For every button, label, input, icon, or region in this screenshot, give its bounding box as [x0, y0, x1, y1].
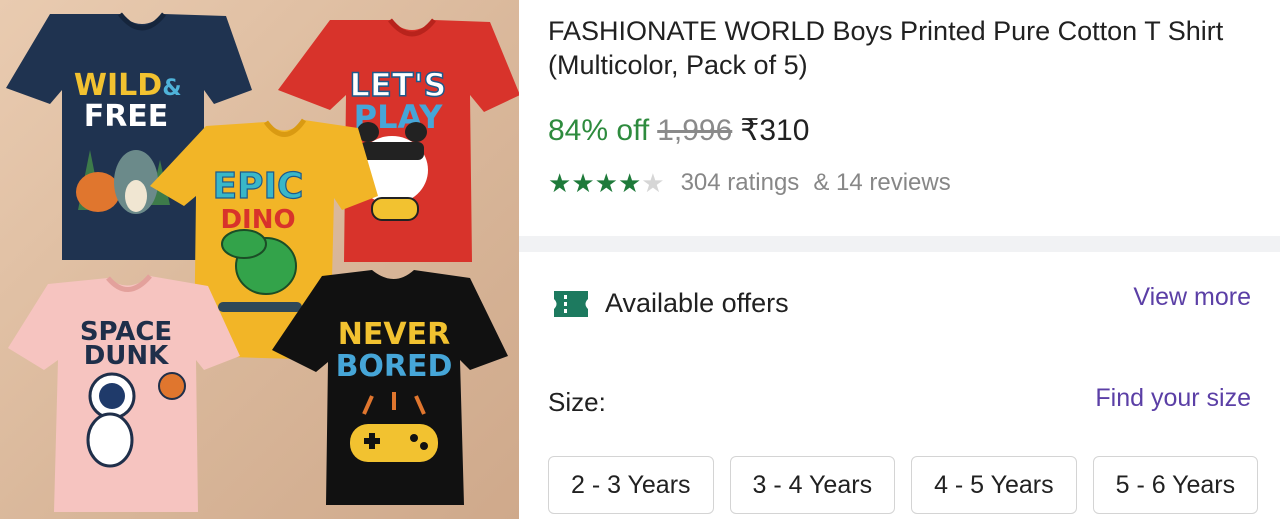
available-offers-label: Available offers [605, 288, 789, 318]
tshirt-pack-illustration: LET'S PLAY WILD & FREE EPIC DINO SPACE D… [6, 12, 519, 512]
view-more-link[interactable]: View more [1133, 283, 1251, 312]
star-empty-icon: ★ [641, 168, 665, 198]
product-info-panel: FASHIONATE WORLD Boys Printed Pure Cotto… [519, 0, 1280, 519]
size-header: Size: Find your size [548, 384, 1251, 420]
price-row: 84% off 1,996 ₹310 [548, 113, 809, 149]
shirt-navy-line1: WILD [74, 68, 162, 103]
shirt-yellow-line2: DINO [220, 205, 295, 235]
size-option-4-5-years[interactable]: 4 - 5 Years [911, 456, 1077, 514]
shirt-navy-line2: FREE [84, 99, 169, 134]
star-icon: ★ [617, 168, 642, 198]
available-offers-row[interactable]: Available offers View more [548, 283, 1251, 326]
discount-percent: 84% off [548, 114, 650, 147]
star-icon: ★ [571, 168, 595, 198]
star-icon: ★ [548, 168, 572, 198]
product-title: FASHIONATE WORLD Boys Printed Pure Cotto… [548, 16, 1224, 80]
shirt-black-line1: NEVER [338, 317, 450, 352]
tshirt-pink: SPACE DUNK [8, 274, 240, 512]
ratings-count: 304 ratings [680, 169, 800, 196]
section-divider [519, 236, 1280, 252]
ticket-icon [554, 291, 588, 317]
selling-price: ₹310 [740, 114, 810, 147]
shirt-yellow-line1: EPIC [213, 166, 304, 207]
rating-row[interactable]: ★ ★ ★ ★ ★ 304 ratings & 14 reviews [548, 168, 951, 198]
star-rating: ★ ★ ★ ★ ★ [548, 168, 665, 198]
size-options: 2 - 3 Years 3 - 4 Years 4 - 5 Years 5 - … [548, 456, 1259, 514]
shirt-pink-line2: DUNK [84, 341, 169, 371]
product-image[interactable]: LET'S PLAY WILD & FREE EPIC DINO SPACE D… [0, 0, 519, 519]
size-label: Size: [548, 387, 606, 417]
tshirt-black: NEVER BORED [272, 270, 508, 505]
reviews-count: & 14 reviews [813, 169, 951, 196]
original-price: 1,996 [657, 114, 733, 147]
shirt-navy-amp: & [162, 76, 181, 101]
size-option-5-6-years[interactable]: 5 - 6 Years [1092, 456, 1259, 514]
size-option-2-3-years[interactable]: 2 - 3 Years [548, 456, 714, 514]
find-your-size-link[interactable]: Find your size [1095, 384, 1251, 413]
shirt-black-line2: BORED [336, 349, 453, 384]
size-option-3-4-years[interactable]: 3 - 4 Years [729, 456, 896, 514]
star-icon: ★ [594, 168, 618, 198]
